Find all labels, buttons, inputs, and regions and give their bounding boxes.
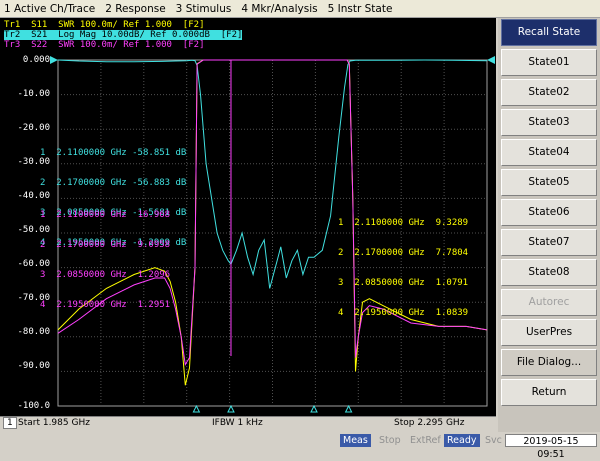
softkey-autorec[interactable]: Autorec	[501, 289, 597, 316]
reference-level-arrow	[50, 56, 58, 64]
softkey-state08[interactable]: State08	[501, 259, 597, 286]
menu-stimulus[interactable]: 3 Stimulus	[172, 3, 238, 15]
softkey-return[interactable]: Return	[501, 379, 597, 406]
marker-triangle	[227, 404, 235, 413]
marker-row: 2 2.1700000 GHz 9.0958	[40, 240, 171, 250]
softkey-state06[interactable]: State06	[501, 199, 597, 226]
marker-row: 2 2.1700000 GHz -56.883 dB	[40, 178, 187, 188]
marker-table-s11: 1 2.1100000 GHz 9.3289 2 2.1700000 GHz 7…	[338, 198, 468, 338]
marker-row: 3 2.0850000 GHz 1.0791	[338, 278, 469, 288]
status-datetime: 2019-05-15 09:51	[505, 434, 597, 460]
menu-bar: 1 Active Ch/Trace 2 Response 3 Stimulus …	[0, 0, 600, 18]
ifbw-value[interactable]: IFBW 1 kHz	[212, 418, 263, 428]
status-stop: Stop	[379, 435, 401, 446]
marker-row: 4 2.1950000 GHz 1.0839	[338, 308, 469, 318]
marker-triangle	[344, 404, 353, 413]
softkey-state07[interactable]: State07	[501, 229, 597, 256]
status-ready: Ready	[444, 434, 480, 447]
softkey-recall-state-title[interactable]: Recall State	[501, 19, 597, 46]
stop-frequency[interactable]: Stop 2.295 GHz	[394, 418, 464, 428]
marker-row: 1 2.1100000 GHz 16.968	[40, 210, 171, 220]
softkey-state05[interactable]: State05	[501, 169, 597, 196]
measurement-display[interactable]: Tr1 S11 SWR 100.0m/ Ref 1.000 [F2] Tr2 S…	[0, 18, 496, 416]
start-frequency[interactable]: Start 1.985 GHz	[18, 418, 90, 428]
softkey-state01[interactable]: State01	[501, 49, 597, 76]
marker-triangle	[310, 404, 318, 413]
marker-triangle	[192, 404, 201, 413]
menu-mkr-analysis[interactable]: 4 Mkr/Analysis	[237, 3, 323, 15]
softkey-userpres[interactable]: UserPres	[501, 319, 597, 346]
marker-row: 1 2.1100000 GHz 9.3289	[338, 218, 469, 228]
marker-row: 3 2.0850000 GHz 1.2096	[40, 270, 171, 280]
status-extref: ExtRef	[410, 435, 441, 446]
softkey-state02[interactable]: State02	[501, 79, 597, 106]
channel-number[interactable]: 1	[3, 417, 17, 429]
menu-instr-state[interactable]: 5 Instr State	[324, 3, 399, 15]
marker-table-s22: 1 2.1100000 GHz 16.968 2 2.1700000 GHz 9…	[40, 190, 170, 330]
status-svc: Svc	[485, 435, 502, 446]
instrument-status-bar: Meas Stop ExtRef Ready Svc 2019-05-15 09…	[0, 432, 600, 460]
menu-active-ch-trace[interactable]: 1 Active Ch/Trace	[0, 3, 101, 15]
status-meas: Meas	[340, 434, 371, 447]
softkey-panel: Recall State State01 State02 State03 Sta…	[498, 18, 600, 432]
menu-response[interactable]: 2 Response	[101, 3, 171, 15]
marker-row: 2 2.1700000 GHz 7.7804	[338, 248, 469, 258]
reference-level-arrow	[487, 56, 495, 64]
softkey-file-dialog[interactable]: File Dialog...	[501, 349, 597, 376]
channel-status-bar: 1 Start 1.985 GHz IFBW 1 kHz Stop 2.295 …	[0, 416, 496, 431]
softkey-state04[interactable]: State04	[501, 139, 597, 166]
softkey-state03[interactable]: State03	[501, 109, 597, 136]
marker-row: 4 2.1950000 GHz 1.2951	[40, 300, 171, 310]
marker-row: 1 2.1100000 GHz -58.851 dB	[40, 148, 187, 158]
